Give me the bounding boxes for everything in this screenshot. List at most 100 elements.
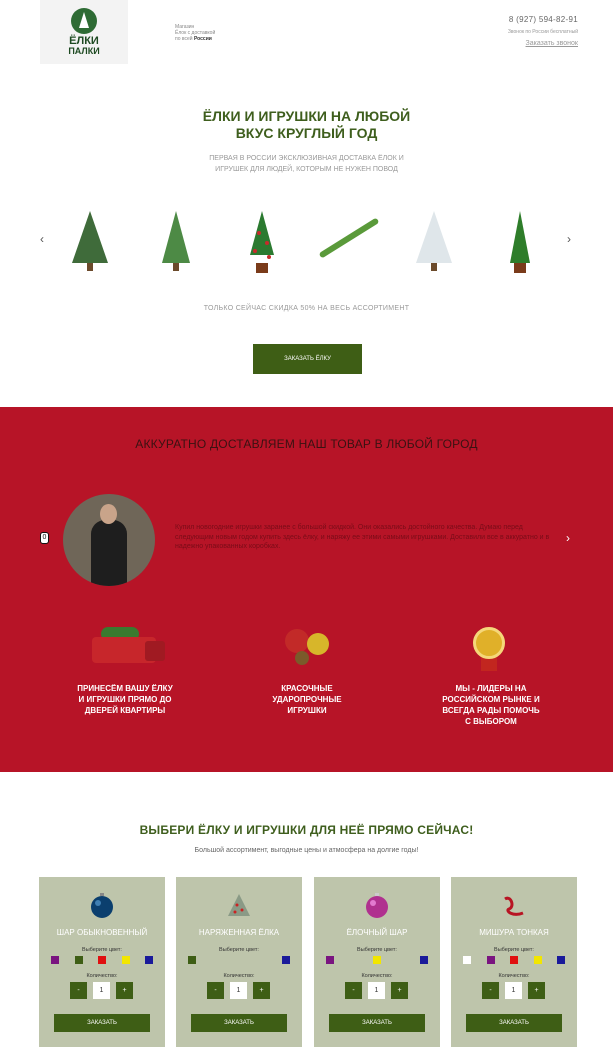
christmas-balls-icon (237, 625, 377, 673)
feature-delivery: ПРИНЕСЁМ ВАШУ ЁЛКУ И ИГРУШКИ ПРЯМО ДО ДВЕР… (55, 625, 195, 716)
discount-text: ТОЛЬКО СЕЙЧАС СКИДКА 50% НА ВЕСЬ АССОРТИ… (203, 305, 410, 312)
quantity-stepper: -1 + (70, 982, 134, 999)
color-label: Выберите цвет: (357, 947, 397, 953)
order-tree-button[interactable]: ЗАКАЗАТЬ ЁЛКУ (253, 344, 362, 374)
increase-button[interactable]: + (116, 982, 133, 999)
order-button[interactable]: ЗАКАЗАТЬ (466, 1014, 562, 1032)
desc-line: по всей России (175, 36, 235, 42)
pink-ball-icon (364, 893, 390, 919)
snowy-tree-icon (416, 211, 452, 263)
color-swatch[interactable] (282, 956, 290, 964)
color-swatch[interactable] (557, 956, 565, 964)
order-button[interactable]: ЗАКАЗАТЬ (191, 1014, 287, 1032)
product-card: ЁЛОЧНЫЙ ШАР Выберите цвет: Количество: -1 + З… (314, 877, 440, 1047)
color-swatches (51, 956, 153, 964)
decorated-tree-icon (226, 893, 252, 919)
decrease-button[interactable]: - (70, 982, 87, 999)
color-swatch[interactable] (463, 956, 471, 964)
fir-branch-icon (318, 217, 380, 259)
decrease-button[interactable]: - (345, 982, 362, 999)
color-swatch[interactable] (420, 956, 428, 964)
color-swatch[interactable] (98, 956, 106, 964)
quantity-value[interactable]: 1 (230, 982, 247, 999)
increase-button[interactable]: + (528, 982, 545, 999)
increase-button[interactable]: + (253, 982, 270, 999)
order-button[interactable]: ЗАКАЗАТЬ (329, 1014, 425, 1032)
product-potted-tree[interactable] (485, 205, 555, 275)
hero-title-line: ЁЛКИ И ИГРУШКИ НА ЛЮБОЙ (202, 108, 411, 124)
color-swatch[interactable] (534, 956, 542, 964)
catalog-title: ВЫБЕРИ ЁЛКУ И ИГРУШКИ ДЛЯ НЕЁ ПРЯМО СЕЙЧ… (139, 823, 474, 837)
desc-country: России (193, 36, 212, 42)
slider-next-arrow-icon[interactable]: › (567, 232, 571, 246)
green-tree-icon (162, 211, 190, 263)
color-swatch[interactable] (487, 956, 495, 964)
tinsel-icon (501, 893, 527, 919)
color-swatch[interactable] (510, 956, 518, 964)
slider-prev-arrow-icon[interactable]: ‹ (40, 232, 44, 246)
color-swatch[interactable] (373, 956, 381, 964)
product-decorated-tree[interactable] (227, 205, 297, 275)
product-slider (55, 205, 555, 275)
product-name: ШАР ОБЫКНОВЕННЫЙ (56, 928, 148, 937)
quantity-stepper: -1 + (482, 982, 546, 999)
color-swatch[interactable] (188, 956, 196, 964)
increase-button[interactable]: + (391, 982, 408, 999)
review-text: Купил новогодние игрушки заранее с больш… (175, 524, 550, 550)
quantity-stepper: -1 + (345, 982, 409, 999)
quantity-value[interactable]: 1 (93, 982, 110, 999)
tree-logo-icon (71, 8, 97, 34)
product-snowy-tree[interactable] (399, 205, 469, 275)
quantity-label: Количество: (223, 973, 255, 979)
product-fir-tree[interactable] (55, 205, 125, 275)
hero-title: ЁЛКИ И ИГРУШКИ НА ЛЮБОЙ ВКУС КРУГЛЫЙ ГОД (0, 108, 613, 142)
quantity-value[interactable]: 1 (368, 982, 385, 999)
product-green-tree[interactable] (141, 205, 211, 275)
logo[interactable]: ЁЛКИ ПАЛКИ (40, 0, 128, 64)
product-card: ШАР ОБЫКНОВЕННЫЙ Выберите цвет: Количество… (39, 877, 165, 1047)
delivery-truck-icon (55, 625, 195, 673)
color-swatches (326, 956, 428, 964)
trunk-shape (431, 263, 437, 271)
quantity-value[interactable]: 1 (505, 982, 522, 999)
color-swatch[interactable] (122, 956, 130, 964)
feature-leaders: МЫ - ЛИДЕРЫ НА РОССИЙСКОМ РЫНКЕ И ВСЕГДА Р… (421, 625, 561, 727)
avatar-body (91, 520, 127, 586)
color-swatch[interactable] (75, 956, 83, 964)
logo-text-line2: ПАЛКИ (68, 46, 100, 56)
product-fir-branch[interactable] (313, 205, 383, 275)
site-header: ЁЛКИ ПАЛКИ Магазин Ёлок с доставкой по в… (0, 0, 613, 70)
callback-link[interactable]: Заказать звонок (526, 40, 578, 47)
decrease-button[interactable]: - (482, 982, 499, 999)
pot-shape (256, 263, 268, 273)
features-row: ПРИНЕСЁМ ВАШУ ЁЛКУ И ИГРУШКИ ПРЯМО ДО ДВЕР… (0, 625, 613, 745)
feature-text: МЫ - ЛИДЕРЫ НА РОССИЙСКОМ РЫНКЕ И ВСЕГДА Р… (442, 684, 540, 726)
quantity-label: Количество: (498, 973, 530, 979)
product-card: МИШУРА ТОНКАЯ Выберите цвет: Количество: -1… (451, 877, 577, 1047)
hero-subtitle-line: ПЕРВАЯ В РОССИИ ЭКСКЛЮЗИВНАЯ ДОСТАВКА ЁЛ… (209, 155, 404, 162)
trunk-shape (87, 263, 93, 271)
review-prev-marker[interactable]: 0 (40, 532, 49, 544)
delivery-section: АККУРАТНО ДОСТАВЛЯЕМ НАШ ТОВАР В ЛЮБОЙ Г… (0, 407, 613, 772)
potted-tree-icon (510, 211, 530, 263)
order-button[interactable]: ЗАКАЗАТЬ (54, 1014, 150, 1032)
hero-subtitle-line: ИГРУШЕК ДЛЯ ЛЮДЕЙ, КОТОРЫМ НЕ НУЖЕН ПОВО… (215, 166, 398, 173)
product-name: НАРЯЖЕННАЯ ЁЛКА (198, 928, 280, 937)
review-next-arrow-icon[interactable]: › (566, 531, 570, 545)
decrease-button[interactable]: - (207, 982, 224, 999)
reviewer-avatar (63, 494, 155, 586)
trunk-shape (173, 263, 179, 271)
color-swatch[interactable] (51, 956, 59, 964)
color-swatch[interactable] (326, 956, 334, 964)
delivery-title: АККУРАТНО ДОСТАВЛЯЕМ НАШ ТОВАР В ЛЮБОЙ Г… (135, 437, 478, 451)
desc-text: по всей (175, 36, 193, 42)
color-swatch[interactable] (145, 956, 153, 964)
product-name: МИШУРА ТОНКАЯ (479, 928, 549, 937)
hero-subtitle: ПЕРВАЯ В РОССИИ ЭКСКЛЮЗИВНАЯ ДОСТАВКА ЁЛ… (0, 153, 613, 175)
quantity-label: Количество: (361, 973, 393, 979)
catalog-subtitle: Большой ассортимент, выгодные цены и атм… (194, 847, 419, 854)
phone-number[interactable]: 8 (927) 594-82-91 (509, 15, 578, 24)
feature-text: ПРИНЕСЁМ ВАШУ ЁЛКУ И ИГРУШКИ ПРЯМО ДО ДВЕР… (77, 684, 173, 715)
color-label: Выберите цвет: (82, 947, 122, 953)
medal-icon (421, 625, 561, 673)
